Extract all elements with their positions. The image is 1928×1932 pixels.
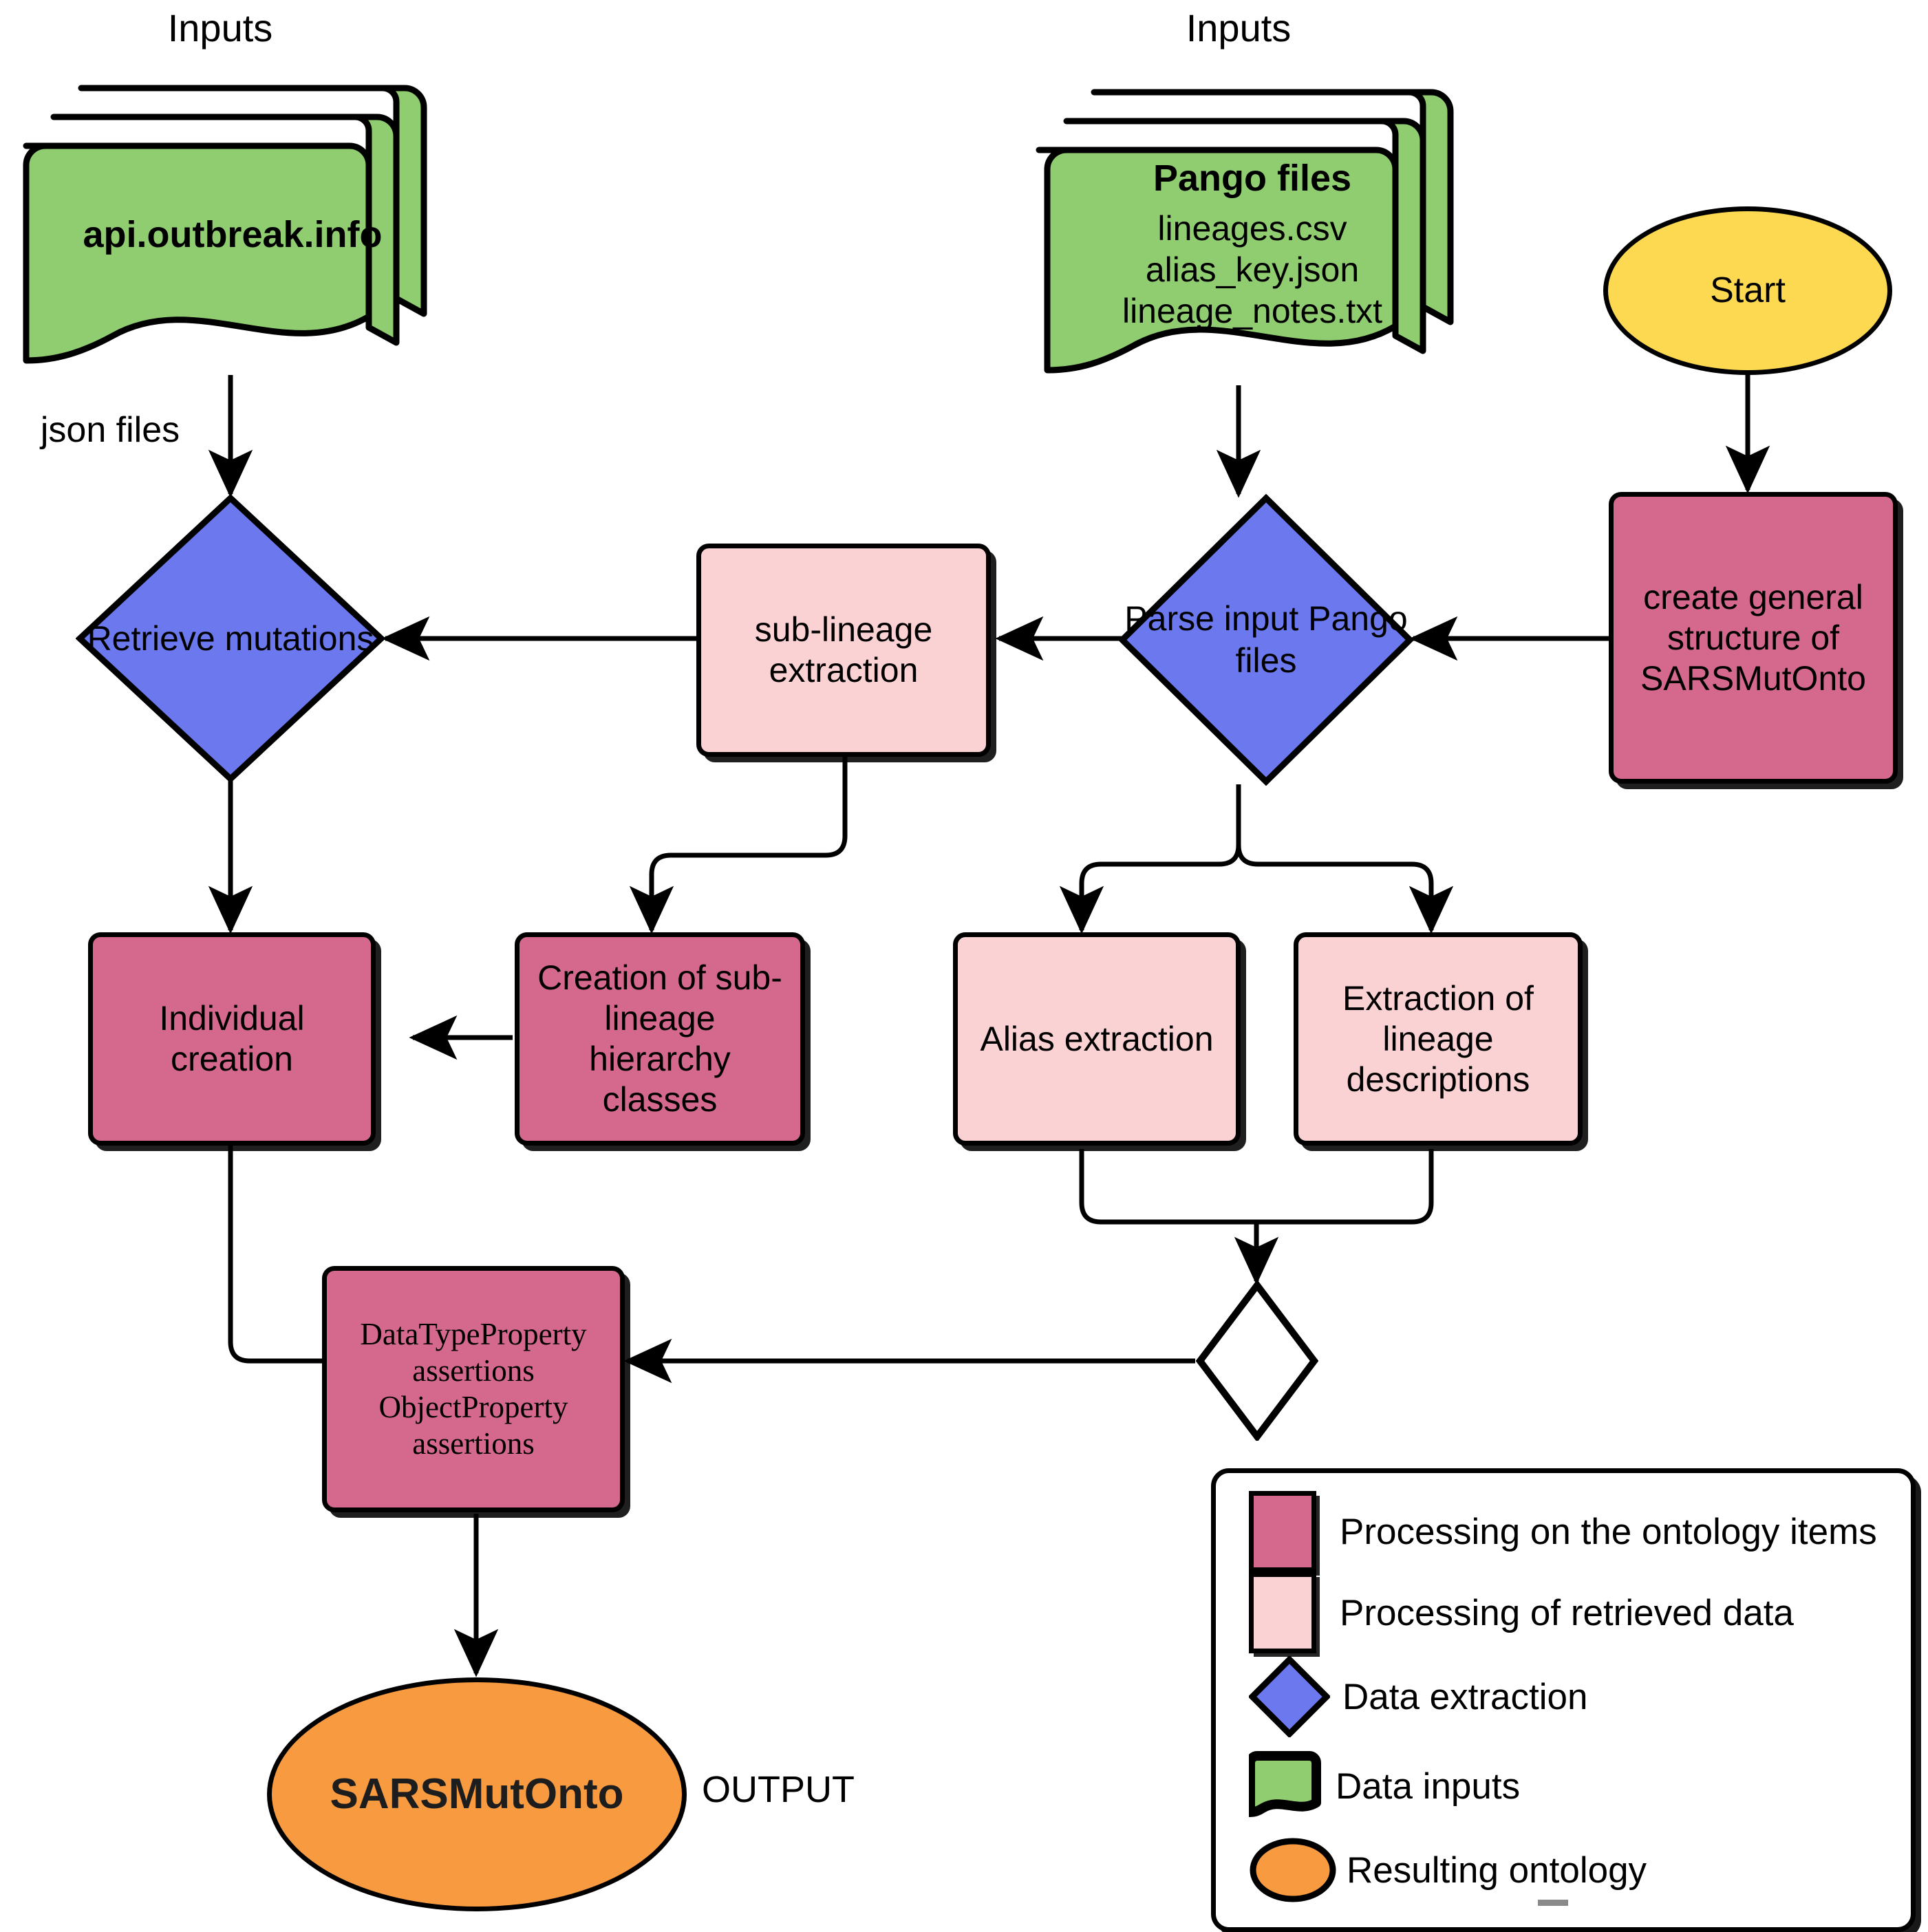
sarsmutonto-output-node[interactable]: SARSMutOnto: [267, 1677, 687, 1911]
legend-row-2: Data extraction: [1247, 1653, 1882, 1740]
assertions-line-4: assertions: [412, 1426, 535, 1461]
edge-alias-to-merge: [1079, 1149, 1256, 1225]
alias-extraction-node[interactable]: Alias extraction: [953, 932, 1241, 1146]
pango-input-title: Pango files: [1153, 158, 1352, 199]
legend-bottom-tick: [1538, 1900, 1568, 1906]
legend-swatch-data-inputs: [1245, 1748, 1325, 1825]
retrieve-mutations-label: Retrieve mutations: [87, 619, 374, 658]
legend-swatch-resulting-ontology: [1249, 1837, 1337, 1903]
sub-lineage-extraction-node[interactable]: sub-lineage extraction: [696, 544, 991, 757]
assertions-line-2: assertions: [412, 1353, 535, 1388]
legend-row-4: Resulting ontology: [1249, 1829, 1882, 1911]
legend-swatch-ontology-processing: [1249, 1491, 1316, 1572]
start-node[interactable]: Start: [1603, 206, 1892, 375]
pango-input-file-3: lineage_notes.txt: [1122, 292, 1383, 330]
edge-sublineage-to-hierarchy: [629, 757, 848, 934]
parse-pango-label: Parse input Pango files: [1124, 599, 1408, 680]
edge-parse-to-descriptions: [1236, 784, 1454, 934]
flowchart-canvas: Inputs api.outbreak.info json files Inpu…: [0, 0, 1928, 1932]
assertions-line-3: ObjectProperty: [378, 1390, 568, 1424]
outbreak-input-label: api.outbreak.info: [83, 214, 383, 255]
legend-row-1: Processing of retrieved data: [1249, 1572, 1882, 1653]
inputs-caption-right: Inputs: [1186, 6, 1292, 50]
individual-creation-node[interactable]: Individual creation: [88, 932, 376, 1146]
legend-row-3: Data inputs: [1245, 1743, 1882, 1829]
legend-label-1: Processing of retrieved data: [1340, 1592, 1794, 1633]
legend-row-0: Processing on the ontology items: [1249, 1491, 1882, 1572]
parse-pango-node[interactable]: Parse input Pango files: [1118, 494, 1414, 786]
retrieve-mutations-node[interactable]: Retrieve mutations: [76, 494, 385, 783]
merge-decision-label: [1196, 1281, 1318, 1441]
legend-label-2: Data extraction: [1342, 1676, 1588, 1717]
property-assertions-node[interactable]: DataTypeProperty assertions ObjectProper…: [322, 1266, 625, 1512]
legend-label-0: Processing on the ontology items: [1340, 1511, 1877, 1552]
hierarchy-classes-node[interactable]: Creation of sub-lineage hierarchy classe…: [515, 932, 805, 1146]
legend-panel: Processing on the ontology items Process…: [1211, 1468, 1916, 1932]
pango-input-file-2: alias_key.json: [1145, 250, 1360, 289]
legend-label-3: Data inputs: [1336, 1765, 1521, 1807]
json-files-label: json files: [40, 410, 180, 450]
output-caption: OUTPUT: [702, 1769, 855, 1810]
edge-descriptions-to-merge: [1256, 1149, 1434, 1225]
pango-input-file-1: lineages.csv: [1157, 209, 1347, 248]
legend-swatch-data-extraction: [1247, 1655, 1331, 1739]
inputs-caption-left: Inputs: [167, 6, 273, 50]
edge-parse-to-alias: [1059, 784, 1241, 934]
legend-swatch-retrieved-processing: [1249, 1572, 1316, 1653]
assertions-line-1: DataTypeProperty: [360, 1316, 587, 1351]
legend-label-4: Resulting ontology: [1347, 1849, 1647, 1891]
create-general-structure-node[interactable]: create general structure of SARSMutOnto: [1609, 492, 1898, 784]
lineage-descriptions-node[interactable]: Extraction of lineage descriptions: [1294, 932, 1583, 1146]
merge-decision-node[interactable]: [1196, 1281, 1318, 1441]
